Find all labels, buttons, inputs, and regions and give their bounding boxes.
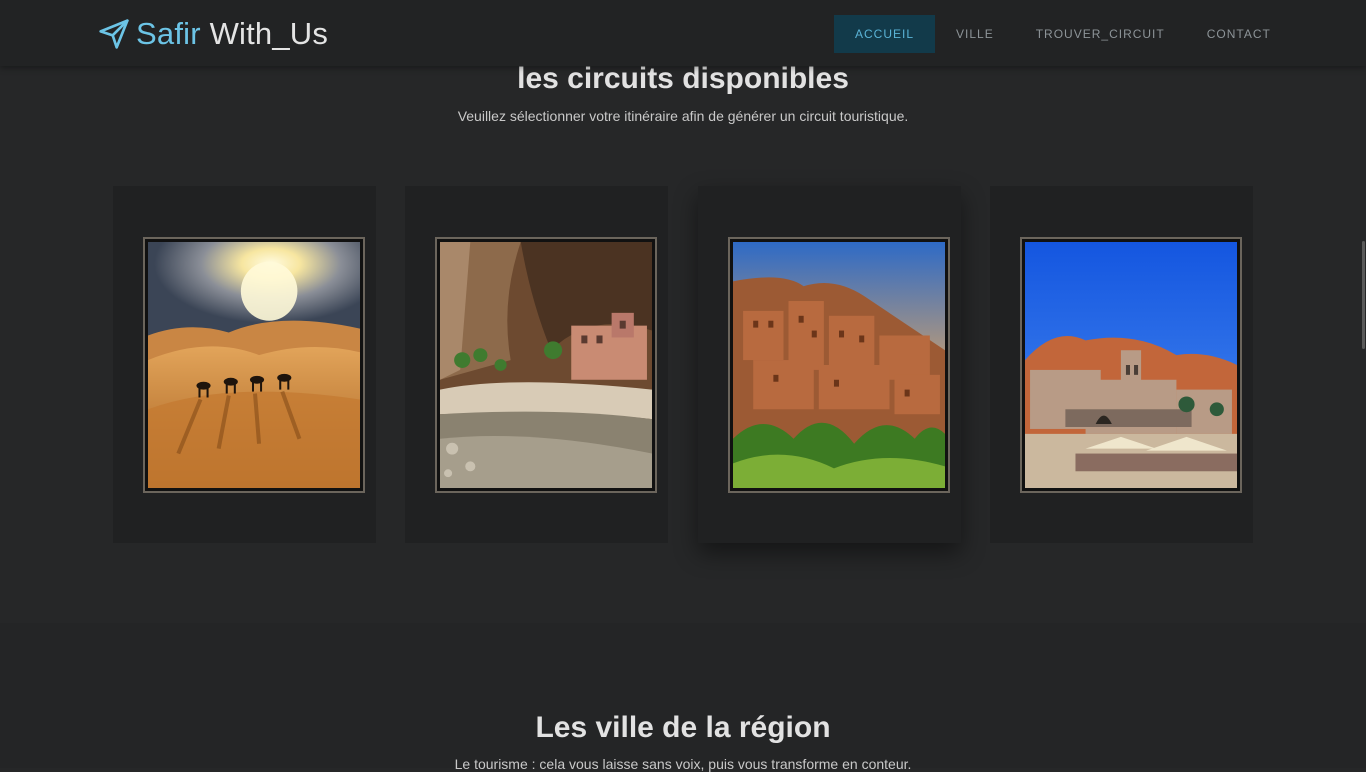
nav-item-trouver-circuit[interactable]: TROUVER_CIRCUIT: [1015, 15, 1186, 53]
circuit-image-frame: [435, 237, 657, 493]
nav-links: ACCUEIL VILLE TROUVER_CIRCUIT CONTACT: [834, 15, 1292, 53]
circuit-image-frame: [1020, 237, 1242, 493]
brand-logo[interactable]: Safir With_Us: [98, 14, 328, 54]
nav-item-ville[interactable]: VILLE: [935, 15, 1015, 53]
cities-title: Les ville de la région: [535, 711, 831, 744]
scrollbar-thumb[interactable]: [1362, 241, 1365, 349]
circuit-image-frame: [728, 237, 950, 493]
nav-item-contact[interactable]: CONTACT: [1186, 15, 1292, 53]
circuits-title: les circuits disponibles: [517, 62, 849, 95]
gorge-image: [440, 242, 652, 488]
circuit-card-gorge[interactable]: [405, 186, 668, 543]
kasbah-image: [733, 242, 945, 488]
cities-subtitle: Le tourisme : cela vous laisse sans voix…: [454, 756, 912, 772]
circuit-cards: [113, 186, 1253, 543]
nav-item-accueil[interactable]: ACCUEIL: [834, 15, 936, 53]
circuits-subtitle: Veuillez sélectionner votre itinéraire a…: [457, 108, 909, 124]
ksar-image: [1025, 242, 1237, 488]
navbar: Safir With_Us ACCUEIL VILLE TROUVER_CIRC…: [0, 0, 1366, 66]
brand-name-accent: Safir: [136, 16, 201, 51]
paper-plane-icon: [98, 18, 130, 50]
brand-name-rest: With_Us: [200, 16, 329, 51]
circuit-card-kasbah[interactable]: [698, 186, 961, 543]
scrollbar[interactable]: [1360, 66, 1366, 768]
cities-section: [0, 623, 1366, 768]
desert-image: [148, 242, 360, 488]
circuit-card-ksar[interactable]: [990, 186, 1253, 543]
circuit-image-frame: [143, 237, 365, 493]
circuit-card-desert[interactable]: [113, 186, 376, 543]
brand-name: Safir With_Us: [136, 16, 328, 52]
